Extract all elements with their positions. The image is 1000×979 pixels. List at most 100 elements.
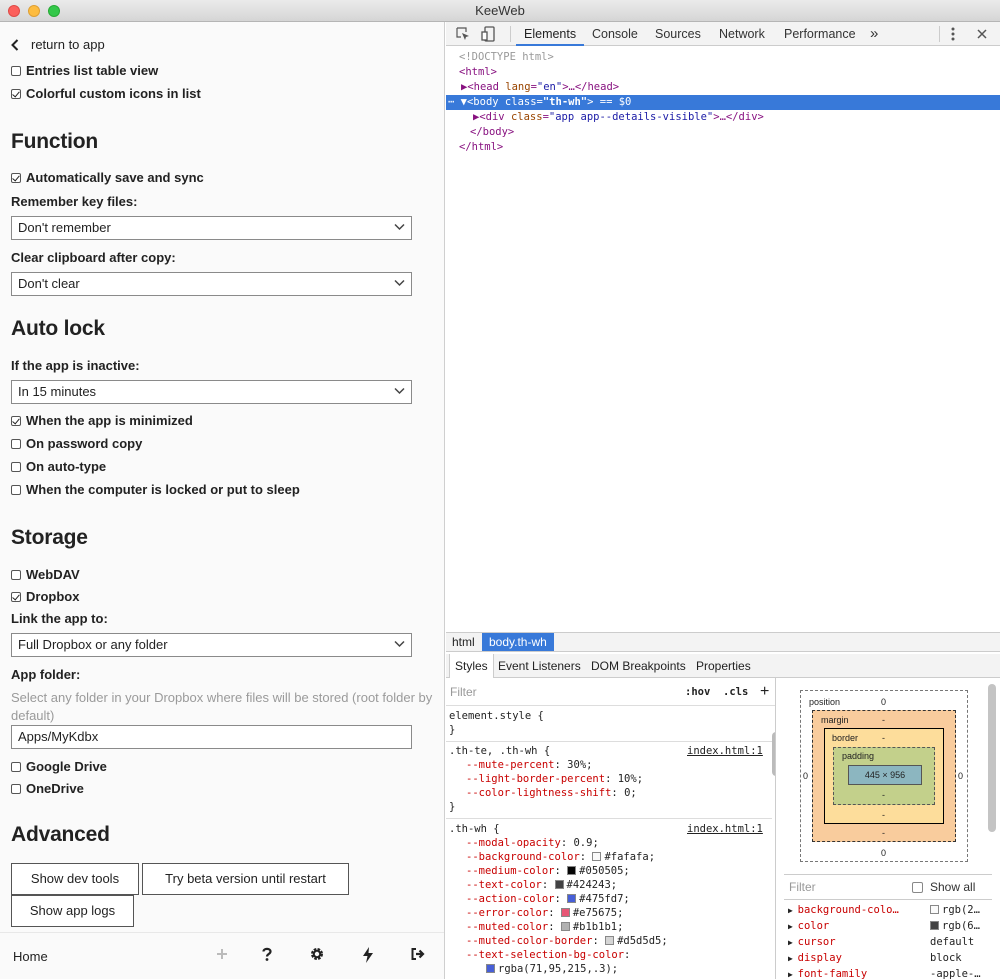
color-swatch[interactable] xyxy=(560,922,570,931)
dom-html-close[interactable]: </html> xyxy=(459,140,1000,155)
lock-password-copy-checkbox[interactable]: On password copy xyxy=(11,435,142,453)
styles-filter-input[interactable]: Filter xyxy=(450,678,477,706)
close-icon[interactable] xyxy=(977,29,987,39)
border-box[interactable]: border - - padding - 445 × 956 xyxy=(824,728,944,824)
rule2-source-link[interactable]: index.html:1 xyxy=(687,822,763,836)
checkbox-label: When the app is minimized xyxy=(26,413,193,428)
inspect-element-icon[interactable] xyxy=(456,27,470,41)
style-prop-row[interactable]: --error-color: #e75675; xyxy=(466,906,623,920)
checkbox-icon xyxy=(11,784,21,794)
gear-icon[interactable] xyxy=(310,947,324,961)
colorful-icons-checkbox[interactable]: Colorful custom icons in list xyxy=(11,85,201,103)
rule1-selector[interactable]: .th-te, .th-wh { xyxy=(449,744,550,758)
tab-styles[interactable]: Styles xyxy=(449,654,494,678)
computed-scrollbar[interactable] xyxy=(988,684,996,832)
lock-autotype-checkbox[interactable]: On auto-type xyxy=(11,458,106,476)
clear-clipboard-select[interactable]: Don't clear xyxy=(11,272,412,296)
remember-key-files-select[interactable]: Don't remember xyxy=(11,216,412,240)
style-prop-row[interactable]: --text-selection-bg-color: xyxy=(466,948,637,962)
tab-dom-breakpoints[interactable]: DOM Breakpoints xyxy=(591,654,686,678)
dom-body-node-selected[interactable]: ⋯ ▼<body class="th-wh"> == $0 xyxy=(446,95,1000,110)
app-folder-input[interactable]: Apps/MyKdbx xyxy=(11,725,412,749)
computed-prop-row[interactable]: ▶ font-family -apple-… xyxy=(788,966,992,979)
style-prop-row[interactable]: --modal-opacity: 0.9; xyxy=(466,836,599,850)
style-prop-row[interactable]: --muted-color-border: #d5d5d5; xyxy=(466,934,668,948)
webdav-checkbox[interactable]: WebDAV xyxy=(11,566,80,584)
hover-state-toggle[interactable]: :hov xyxy=(685,678,710,706)
computed-prop-row[interactable]: ▶ background-colo… rgb(2… xyxy=(788,902,992,919)
breadcrumb-body[interactable]: body.th-wh xyxy=(482,633,554,651)
close-window-button[interactable] xyxy=(8,5,20,17)
prop-name: --muted-color xyxy=(466,921,549,933)
plus-icon[interactable] xyxy=(216,947,228,961)
element-style-rule[interactable]: element.style { xyxy=(449,709,544,723)
class-toggle[interactable]: .cls xyxy=(723,678,748,706)
padding-box[interactable]: padding - 445 × 956 xyxy=(833,747,935,805)
styles-scrollbar[interactable] xyxy=(772,732,775,776)
style-prop-row[interactable]: --action-color: #475fd7; xyxy=(466,892,630,906)
margin-top-value: - xyxy=(882,715,885,725)
entries-table-view-checkbox[interactable]: Entries list table view xyxy=(11,62,158,80)
tab-event-listeners[interactable]: Event Listeners xyxy=(498,654,581,678)
computed-prop-row[interactable]: ▶ cursor default xyxy=(788,934,992,951)
content-box[interactable]: 445 × 956 xyxy=(848,765,922,785)
color-swatch[interactable] xyxy=(567,894,577,903)
margin-box[interactable]: margin - - border - - padding - 445 × 95… xyxy=(812,710,956,842)
show-app-logs-button[interactable]: Show app logs xyxy=(11,895,134,927)
dom-doctype[interactable]: <!DOCTYPE html> xyxy=(459,50,1000,65)
link-app-select[interactable]: Full Dropbox or any folder xyxy=(11,633,412,657)
dom-html-open[interactable]: <html> xyxy=(459,65,1000,80)
more-tabs-button[interactable]: » xyxy=(870,22,878,46)
style-prop-row[interactable]: --color-lightness-shift: 0; xyxy=(466,786,637,800)
style-prop-row[interactable]: --medium-color: #050505; xyxy=(466,864,630,878)
tab-sources[interactable]: Sources xyxy=(655,22,701,46)
device-toolbar-icon[interactable] xyxy=(481,26,495,42)
color-swatch[interactable] xyxy=(554,880,564,889)
tab-console[interactable]: Console xyxy=(592,22,638,46)
color-swatch[interactable] xyxy=(592,852,602,861)
try-beta-button[interactable]: Try beta version until restart xyxy=(142,863,349,895)
return-to-app-link[interactable]: return to app xyxy=(11,36,105,54)
show-all-checkbox[interactable] xyxy=(912,882,923,893)
style-prop-row[interactable]: --mute-percent: 30%; xyxy=(466,758,592,772)
maximize-window-button[interactable] xyxy=(48,5,60,17)
kebab-menu-icon[interactable] xyxy=(951,27,955,41)
dom-div-node[interactable]: ▶<div class="app app--details-visible">…… xyxy=(446,110,1000,125)
color-swatch[interactable] xyxy=(605,936,615,945)
show-dev-tools-button[interactable]: Show dev tools xyxy=(11,863,139,895)
computed-filter-input[interactable]: Filter xyxy=(789,875,816,899)
computed-prop-row[interactable]: ▶ display block xyxy=(788,950,992,967)
color-swatch[interactable] xyxy=(486,964,495,973)
style-prop-value[interactable]: rgba(71,95,215,.3); xyxy=(486,962,618,976)
lock-sleep-checkbox[interactable]: When the computer is locked or put to sl… xyxy=(11,481,300,499)
style-prop-row[interactable]: --background-color: #fafafa; xyxy=(466,850,655,864)
computed-prop-row[interactable]: ▶ color rgb(6… xyxy=(788,918,992,935)
new-rule-button[interactable]: + xyxy=(760,678,769,706)
color-swatch[interactable] xyxy=(560,908,570,917)
style-prop-row[interactable]: --light-border-percent: 10%; xyxy=(466,772,643,786)
style-prop-row[interactable]: --muted-color: #b1b1b1; xyxy=(466,920,623,934)
tab-properties[interactable]: Properties xyxy=(696,654,751,678)
lock-minimized-checkbox[interactable]: When the app is minimized xyxy=(11,412,193,430)
dropbox-checkbox[interactable]: Dropbox xyxy=(11,588,79,606)
tab-network[interactable]: Network xyxy=(719,22,765,46)
style-prop-row[interactable]: --text-color: #424243; xyxy=(466,878,617,892)
auto-save-checkbox[interactable]: Automatically save and sync xyxy=(11,169,204,187)
rule2-selector[interactable]: .th-wh { xyxy=(449,822,500,836)
prop-value: 0.9; xyxy=(573,837,599,849)
sign-out-icon[interactable] xyxy=(411,947,426,961)
tab-elements[interactable]: Elements xyxy=(516,22,585,46)
home-link[interactable]: Home xyxy=(13,949,48,964)
tab-performance[interactable]: Performance xyxy=(784,22,856,46)
help-icon[interactable] xyxy=(261,947,273,961)
dom-head-node[interactable]: ▶<head lang="en">…</head> xyxy=(446,80,1000,95)
lightning-icon[interactable] xyxy=(362,947,374,963)
color-swatch[interactable] xyxy=(567,866,577,875)
rule1-source-link[interactable]: index.html:1 xyxy=(687,744,763,758)
inactive-lock-select[interactable]: In 15 minutes xyxy=(11,380,412,404)
breadcrumb-html[interactable]: html xyxy=(452,633,475,651)
google-drive-checkbox[interactable]: Google Drive xyxy=(11,758,107,776)
minimize-window-button[interactable] xyxy=(28,5,40,17)
dom-body-close[interactable]: </body> xyxy=(470,125,1000,140)
onedrive-checkbox[interactable]: OneDrive xyxy=(11,780,84,798)
